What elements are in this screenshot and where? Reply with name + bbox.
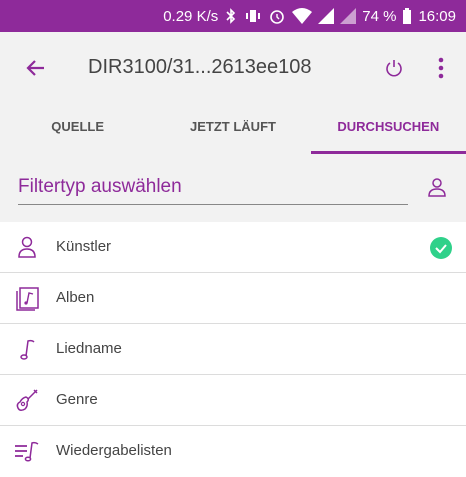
playlist-icon	[14, 438, 40, 464]
battery-icon	[402, 8, 412, 24]
alarm-icon	[268, 7, 286, 25]
list-item-kuenstler[interactable]: Künstler	[0, 222, 466, 273]
list-item-alben[interactable]: Alben	[0, 273, 466, 324]
tab-durchsuchen[interactable]: DURCHSUCHEN	[310, 104, 466, 154]
music-note-icon	[14, 336, 40, 362]
app-bar: DIR3100/31...2613ee108	[0, 32, 466, 104]
tab-jetzt-laeuft[interactable]: JETZT LÄUFT	[155, 104, 310, 154]
list-item-label: Genre	[56, 391, 98, 408]
filter-bar: Filtertyp auswählen	[0, 154, 466, 222]
more-vert-icon[interactable]	[436, 54, 446, 82]
network-speed: 0.29 K/s	[163, 7, 219, 25]
list-item-wiedergabelisten[interactable]: Wiedergabelisten	[0, 426, 466, 477]
back-arrow-icon[interactable]	[22, 54, 50, 82]
status-bar: 0.29 K/s 74 % 16:09	[0, 0, 466, 32]
list-item-genre[interactable]: Genre	[0, 375, 466, 426]
signal-icon	[318, 8, 335, 24]
list-item-liedname[interactable]: Liedname	[0, 324, 466, 375]
filter-type-dropdown[interactable]: Filtertyp auswählen	[18, 176, 182, 198]
tab-quelle[interactable]: QUELLE	[0, 104, 155, 154]
check-circle-icon	[430, 237, 452, 259]
signal-icon-2	[340, 8, 357, 24]
list-item-label: Wiedergabelisten	[56, 442, 172, 459]
list-item-label: Alben	[56, 289, 95, 306]
vibrate-icon	[244, 8, 262, 24]
battery-percentage: 74 %	[362, 7, 397, 25]
filter-underline	[18, 204, 408, 205]
power-icon[interactable]	[382, 56, 406, 80]
device-title: DIR3100/31...2613ee108	[88, 56, 312, 78]
clock: 16:09	[418, 7, 456, 25]
person-icon[interactable]	[426, 176, 448, 198]
tab-bar: QUELLE JETZT LÄUFT DURCHSUCHEN	[0, 104, 466, 154]
filter-type-list: Künstler Alben Liedname Genre Wiedergabe…	[0, 222, 466, 477]
guitar-icon	[14, 387, 40, 413]
person-icon	[14, 234, 40, 260]
list-item-label: Liedname	[56, 340, 122, 357]
wifi-icon	[292, 8, 313, 24]
album-icon	[14, 285, 40, 311]
list-item-label: Künstler	[56, 238, 112, 255]
bluetooth-icon	[224, 8, 238, 24]
